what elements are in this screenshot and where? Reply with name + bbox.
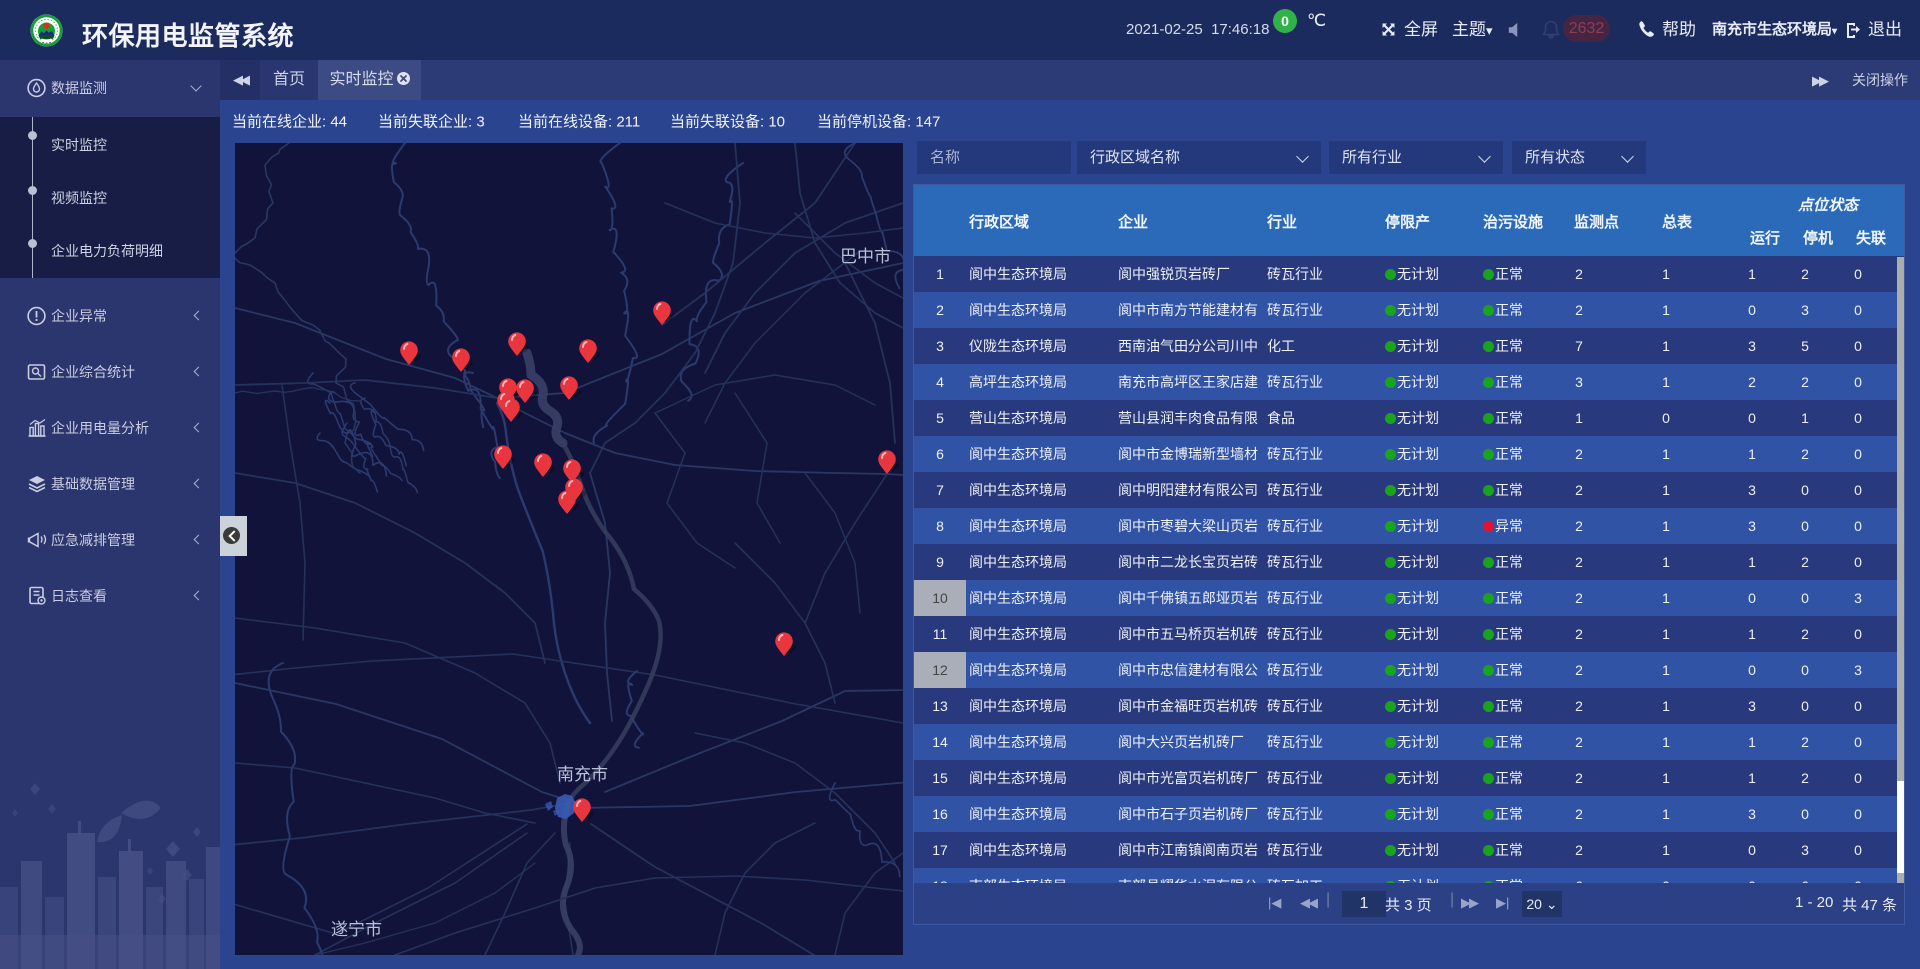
svg-text:遂宁市: 遂宁市 [331, 920, 382, 939]
svg-text:南充市: 南充市 [557, 765, 608, 784]
svg-text:巴中市: 巴中市 [840, 247, 891, 266]
